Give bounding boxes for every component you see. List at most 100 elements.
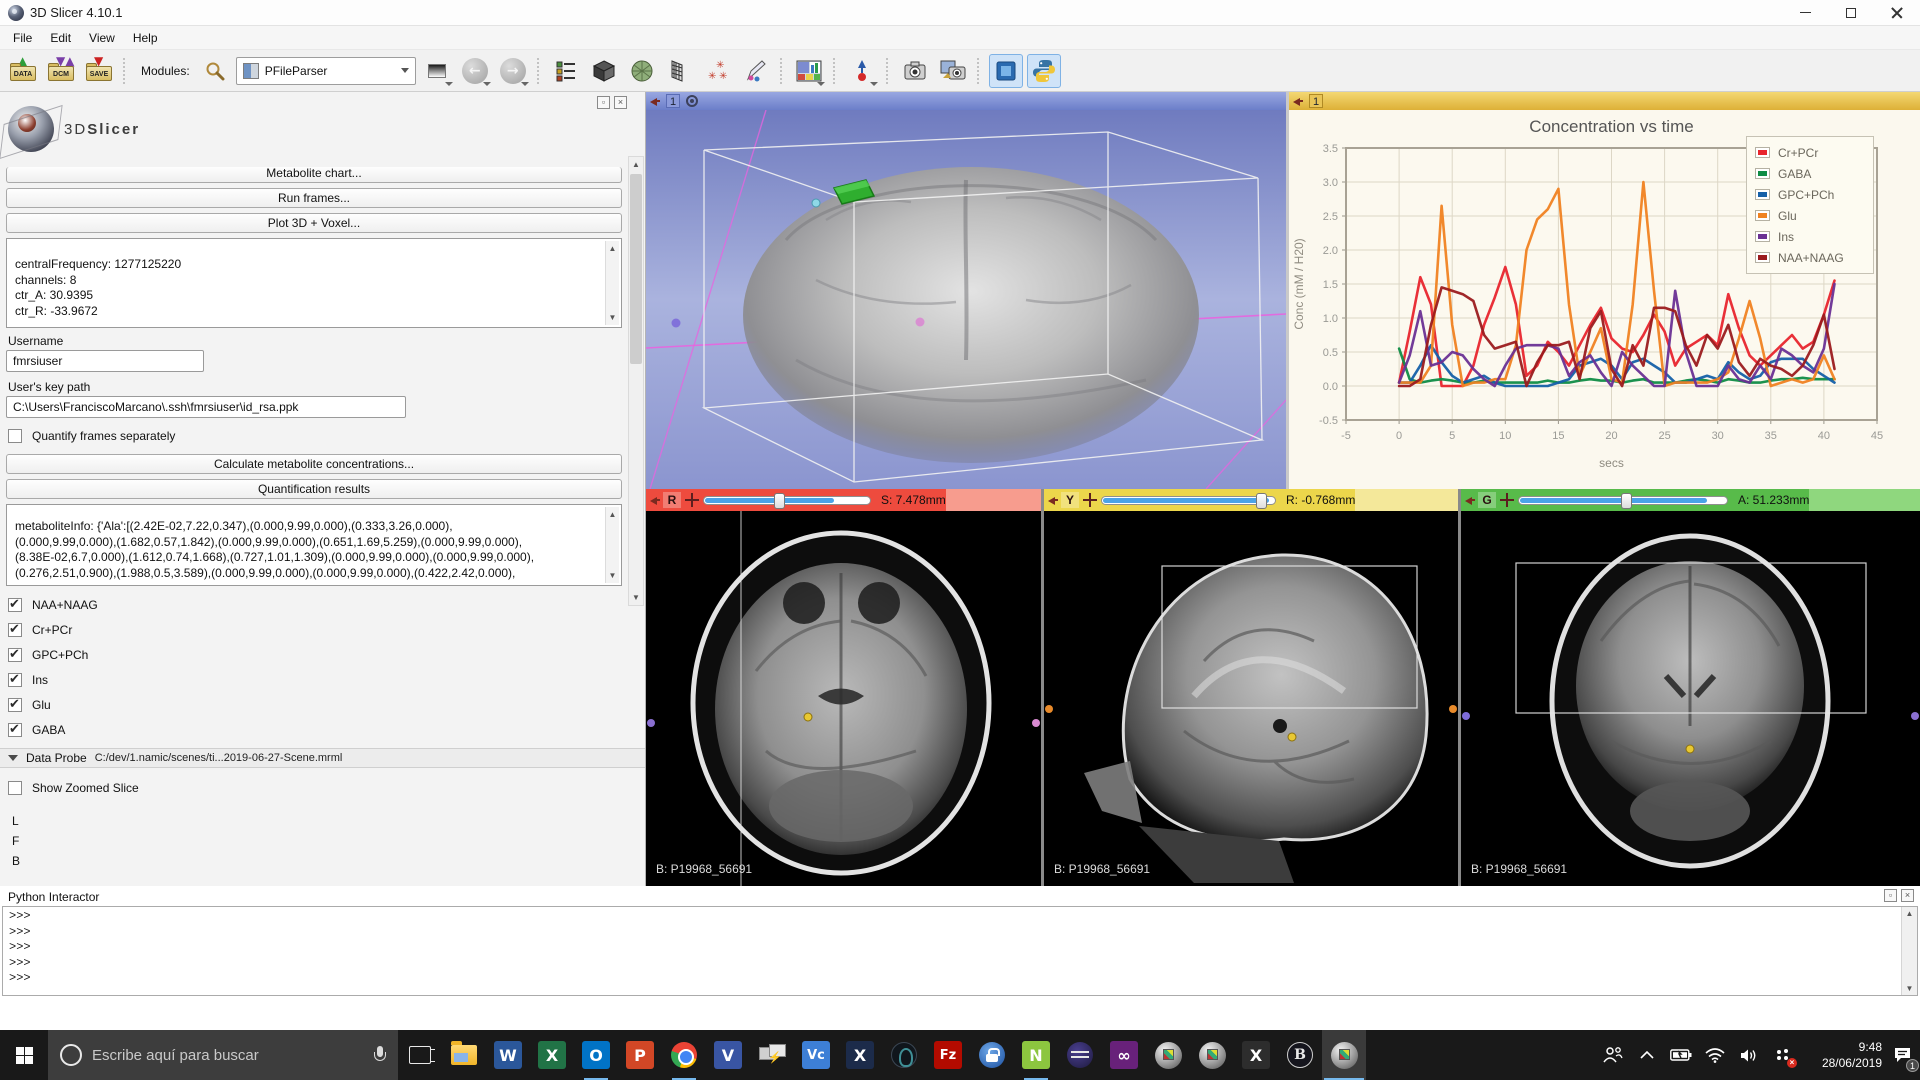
menu-help[interactable]: Help — [124, 28, 167, 48]
python-console-button[interactable] — [1027, 54, 1061, 88]
people-icon[interactable] — [1596, 1030, 1630, 1080]
taskbar-xming[interactable]: X — [1234, 1030, 1278, 1080]
wifi-icon[interactable] — [1698, 1030, 1732, 1080]
threed-view-header[interactable]: 1 — [646, 92, 1286, 110]
taskbar-excel[interactable]: X — [530, 1030, 574, 1080]
save-button[interactable]: ▼ SAVE — [82, 54, 116, 88]
pushpin-icon[interactable] — [1465, 495, 1475, 505]
taskbar-task-view[interactable] — [398, 1030, 442, 1080]
menu-edit[interactable]: Edit — [41, 28, 80, 48]
plot-3d-voxel-button[interactable]: Plot 3D + Voxel... — [6, 213, 622, 233]
metabolite-row[interactable]: Ins — [8, 667, 98, 692]
red-slice-slider[interactable] — [703, 496, 871, 505]
slider-handle[interactable] — [1256, 493, 1267, 509]
slice-crosshair-icon[interactable] — [685, 493, 699, 507]
extensions-manager-button[interactable] — [989, 54, 1023, 88]
scene-view-button[interactable] — [936, 54, 970, 88]
load-data-button[interactable]: ▲ DATA — [6, 54, 40, 88]
dicom-button[interactable]: ▼▲ DCM — [44, 54, 78, 88]
taskbar-word[interactable]: W — [486, 1030, 530, 1080]
taskbar-notepad-plus-plus[interactable]: N — [1014, 1030, 1058, 1080]
run-frames-button[interactable]: Run frames... — [6, 188, 622, 208]
quantification-results-button[interactable]: Quantification results — [6, 479, 622, 499]
menu-view[interactable]: View — [80, 28, 124, 48]
quantify-frames-row[interactable]: Quantify frames separately — [8, 428, 175, 444]
taskbar-outlook[interactable]: O — [574, 1030, 618, 1080]
threed-view[interactable]: 1 — [646, 92, 1286, 489]
maximize-button[interactable] — [1828, 0, 1874, 25]
taskbar-filezilla[interactable]: Fz — [926, 1030, 970, 1080]
metabolite-row[interactable]: GPC+PCh — [8, 642, 98, 667]
pushpin-icon[interactable] — [650, 96, 660, 106]
menu-file[interactable]: File — [4, 28, 41, 48]
chart-view[interactable]: 1 -5051015202530354045-0.50.00.51.01.52.… — [1289, 92, 1920, 489]
models-button[interactable] — [625, 54, 659, 88]
transforms-button[interactable] — [663, 54, 697, 88]
taskbar-visio[interactable]: V — [706, 1030, 750, 1080]
pushpin-icon[interactable] — [1048, 495, 1058, 505]
taskbar-powerpoint[interactable]: P — [618, 1030, 662, 1080]
textbox-scrollbar[interactable]: ▲▼ — [605, 507, 619, 583]
forward-button[interactable]: → — [496, 54, 530, 88]
volumes-button[interactable] — [587, 54, 621, 88]
close-console-icon[interactable]: × — [1901, 889, 1914, 902]
username-input[interactable]: fmrsiuser — [6, 350, 204, 372]
pushpin-icon[interactable] — [650, 495, 660, 505]
taskbar-remote-desktop[interactable]: ⚡ — [750, 1030, 794, 1080]
metabolite-checkbox[interactable] — [8, 598, 22, 612]
taskbar-keepass[interactable] — [970, 1030, 1014, 1080]
slice-crosshair-icon[interactable] — [1500, 493, 1514, 507]
axial-slice-view[interactable]: B: P19968_56691 — [646, 511, 1041, 886]
keypath-input[interactable]: C:\Users\FranciscoMarcano\.ssh\fmrsiuser… — [6, 396, 406, 418]
green-slice-slider[interactable] — [1518, 496, 1728, 505]
action-center-icon[interactable]: 1 — [1886, 1030, 1920, 1080]
sync-error-tray-icon[interactable]: × — [1766, 1030, 1800, 1080]
coronal-slice-view[interactable]: B: P19968_56691 — [1461, 511, 1920, 886]
pushpin-icon[interactable] — [1293, 96, 1303, 106]
chevron-up-icon[interactable] — [1630, 1030, 1664, 1080]
metabolite-row[interactable]: GABA — [8, 717, 98, 742]
annotations-button[interactable] — [739, 54, 773, 88]
taskbar-gnuradio[interactable] — [882, 1030, 926, 1080]
back-button[interactable]: ← — [458, 54, 492, 88]
slice-crosshair-icon[interactable] — [1083, 493, 1097, 507]
console-scrollbar[interactable]: ▲▼ — [1901, 907, 1917, 995]
metabolite-checkbox[interactable] — [8, 648, 22, 662]
markups-button[interactable]: ✳ ✳ ✳ — [701, 54, 735, 88]
taskbar-slicer-active[interactable] — [1322, 1030, 1366, 1080]
close-button[interactable] — [1874, 0, 1920, 25]
data-probe-section[interactable]: Data Probe C:/dev/1.namic/scenes/ti...20… — [0, 748, 646, 768]
metabolite-checkbox[interactable] — [8, 698, 22, 712]
close-panel-icon[interactable]: × — [614, 96, 627, 109]
metabolite-info-textbox[interactable]: metaboliteInfo: {'Ala':[(2.42E-02,7.22,0… — [6, 504, 622, 586]
module-panel-scrollbar[interactable]: ▲ ▼ — [628, 156, 644, 606]
taskbar-visual-studio[interactable]: ∞ — [1102, 1030, 1146, 1080]
calculate-concentrations-button[interactable]: Calculate metabolite concentrations... — [6, 454, 622, 474]
metabolite-row[interactable]: Glu — [8, 692, 98, 717]
volume-rendering-canvas[interactable] — [646, 110, 1286, 489]
taskbar-search[interactable]: Escribe aquí para buscar — [48, 1030, 398, 1080]
slider-handle[interactable] — [1621, 493, 1632, 509]
metabolite-checkbox[interactable] — [8, 723, 22, 737]
metabolite-chart-button[interactable]: Metabolite chart... — [6, 167, 622, 183]
taskbar-slicer-window-2[interactable] — [1190, 1030, 1234, 1080]
show-zoomed-slice-checkbox[interactable] — [8, 781, 22, 795]
taskbar-file-explorer[interactable] — [442, 1030, 486, 1080]
module-search-button[interactable] — [198, 54, 232, 88]
yellow-slice-slider[interactable] — [1101, 496, 1276, 505]
metabolite-checkbox[interactable] — [8, 623, 22, 637]
taskbar-slicer-window-1[interactable] — [1146, 1030, 1190, 1080]
show-zoomed-slice-row[interactable]: Show Zoomed Slice — [8, 780, 139, 796]
metabolite-checkbox[interactable] — [8, 673, 22, 687]
subject-hierarchy-button[interactable] — [549, 54, 583, 88]
scroll-down-icon[interactable]: ▼ — [629, 590, 643, 605]
taskbar-bitvise[interactable]: B — [1278, 1030, 1322, 1080]
python-console[interactable]: >>>>>>>>>>>>>>> ▲▼ — [2, 906, 1918, 996]
microphone-icon[interactable] — [374, 1046, 386, 1064]
metabolite-row[interactable]: Cr+PCr — [8, 617, 98, 642]
sagittal-slice-view[interactable]: B: P19968_56691 — [1044, 511, 1458, 886]
screenshot-button[interactable] — [898, 54, 932, 88]
slider-handle[interactable] — [774, 493, 785, 509]
minimize-button[interactable] — [1782, 0, 1828, 25]
undock-console-icon[interactable]: ▫ — [1884, 889, 1897, 902]
